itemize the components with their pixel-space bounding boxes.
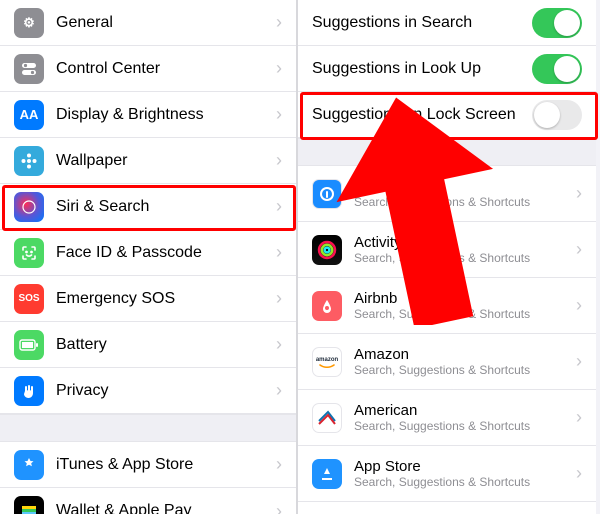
label-itunes-app-store: iTunes & App Store [56,456,270,474]
label-battery: Battery [56,336,270,354]
row-itunes-app-store[interactable]: iTunes & App Store › [0,442,296,488]
app-name: Airbnb [354,290,570,307]
row-siri-search[interactable]: Siri & Search › [0,184,296,230]
app-name: Amazon [354,346,570,363]
row-suggestions-lock-screen[interactable]: Suggestions on Lock Screen [298,92,596,138]
app-icon-1password [312,179,342,209]
app-sub: Search, Suggestions & Shortcuts [354,363,570,377]
row-app-airbnb[interactable]: Airbnb Search, Suggestions & Shortcuts › [298,278,596,334]
text-size-icon: AA [14,100,44,130]
label-suggestions-lock-screen: Suggestions on Lock Screen [312,106,532,124]
label-general: General [56,14,270,32]
app-icon-activity [312,235,342,265]
label-siri-search: Siri & Search [56,198,270,216]
toggle-suggestions-lock-screen[interactable] [532,100,582,130]
app-name: App Store [354,458,570,475]
row-app-app-store[interactable]: App Store Search, Suggestions & Shortcut… [298,446,596,502]
toggle-suggestions-lookup[interactable] [532,54,582,84]
battery-icon [14,330,44,360]
chevron-icon: › [276,501,282,514]
settings-list: ⚙︎ General › Control Center › AA Display… [0,0,298,514]
chevron-icon: › [276,288,282,309]
chevron-icon: › [576,183,582,204]
svg-text:amazon: amazon [316,357,339,363]
toggles-icon [14,54,44,84]
hand-icon [14,376,44,406]
chevron-icon: › [576,351,582,372]
row-suggestions-lookup[interactable]: Suggestions in Look Up [298,46,596,92]
chevron-icon: › [276,380,282,401]
section-gap [298,138,596,166]
chevron-icon: › [276,196,282,217]
app-icon-app-store [312,459,342,489]
row-app-american[interactable]: American Search, Suggestions & Shortcuts… [298,390,596,446]
row-privacy[interactable]: Privacy › [0,368,296,414]
row-battery[interactable]: Battery › [0,322,296,368]
app-name: American [354,402,570,419]
row-general[interactable]: ⚙︎ General › [0,0,296,46]
row-emergency-sos[interactable]: SOS Emergency SOS › [0,276,296,322]
app-sub: Search, Suggestions & Shortcuts [354,419,570,433]
label-face-id: Face ID & Passcode [56,244,270,262]
chevron-icon: › [276,104,282,125]
chevron-icon: › [276,150,282,171]
label-privacy: Privacy [56,382,270,400]
chevron-icon: › [576,295,582,316]
label-wallpaper: Wallpaper [56,152,270,170]
label-suggestions-search: Suggestions in Search [312,14,532,32]
toggle-suggestions-search[interactable] [532,8,582,38]
flower-icon [14,146,44,176]
face-id-icon [14,238,44,268]
row-display-brightness[interactable]: AA Display & Brightness › [0,92,296,138]
app-icon-amazon: amazon [312,347,342,377]
chevron-icon: › [576,239,582,260]
row-control-center[interactable]: Control Center › [0,46,296,92]
app-icon-american [312,403,342,433]
gear-icon: ⚙︎ [14,8,44,38]
app-sub: Search, Suggestions & Shortcuts [354,195,570,209]
row-wallet-apple-pay[interactable]: Wallet & Apple Pay › [0,488,296,514]
chevron-icon: › [576,463,582,484]
sos-icon: SOS [14,284,44,314]
row-app-amazon[interactable]: amazon Amazon Search, Suggestions & Shor… [298,334,596,390]
siri-search-detail: Suggestions in Search Suggestions in Loo… [298,0,596,514]
chevron-icon: › [276,242,282,263]
chevron-icon: › [276,334,282,355]
siri-icon [14,192,44,222]
app-name: 1Password [354,178,570,195]
label-control-center: Control Center [56,60,270,78]
app-sub: Search, Suggestions & Shortcuts [354,475,570,489]
chevron-icon: › [276,12,282,33]
section-gap [0,414,296,442]
label-emergency-sos: Emergency SOS [56,290,270,308]
label-display-brightness: Display & Brightness [56,106,270,124]
label-wallet-apple-pay: Wallet & Apple Pay [56,502,270,514]
label-suggestions-lookup: Suggestions in Look Up [312,60,532,78]
chevron-icon: › [576,407,582,428]
row-app-1password[interactable]: 1Password Search, Suggestions & Shortcut… [298,166,596,222]
app-sub: Search, Suggestions & Shortcuts [354,307,570,321]
wallet-icon [14,496,44,514]
app-store-icon [14,450,44,480]
chevron-icon: › [276,58,282,79]
app-name: Activity [354,234,570,251]
row-face-id[interactable]: Face ID & Passcode › [0,230,296,276]
row-suggestions-search[interactable]: Suggestions in Search [298,0,596,46]
row-wallpaper[interactable]: Wallpaper › [0,138,296,184]
row-app-activity[interactable]: Activity Search, Suggestions & Shortcuts… [298,222,596,278]
chevron-icon: › [276,454,282,475]
app-icon-airbnb [312,291,342,321]
app-sub: Search, Suggestions & Shortcuts [354,251,570,265]
